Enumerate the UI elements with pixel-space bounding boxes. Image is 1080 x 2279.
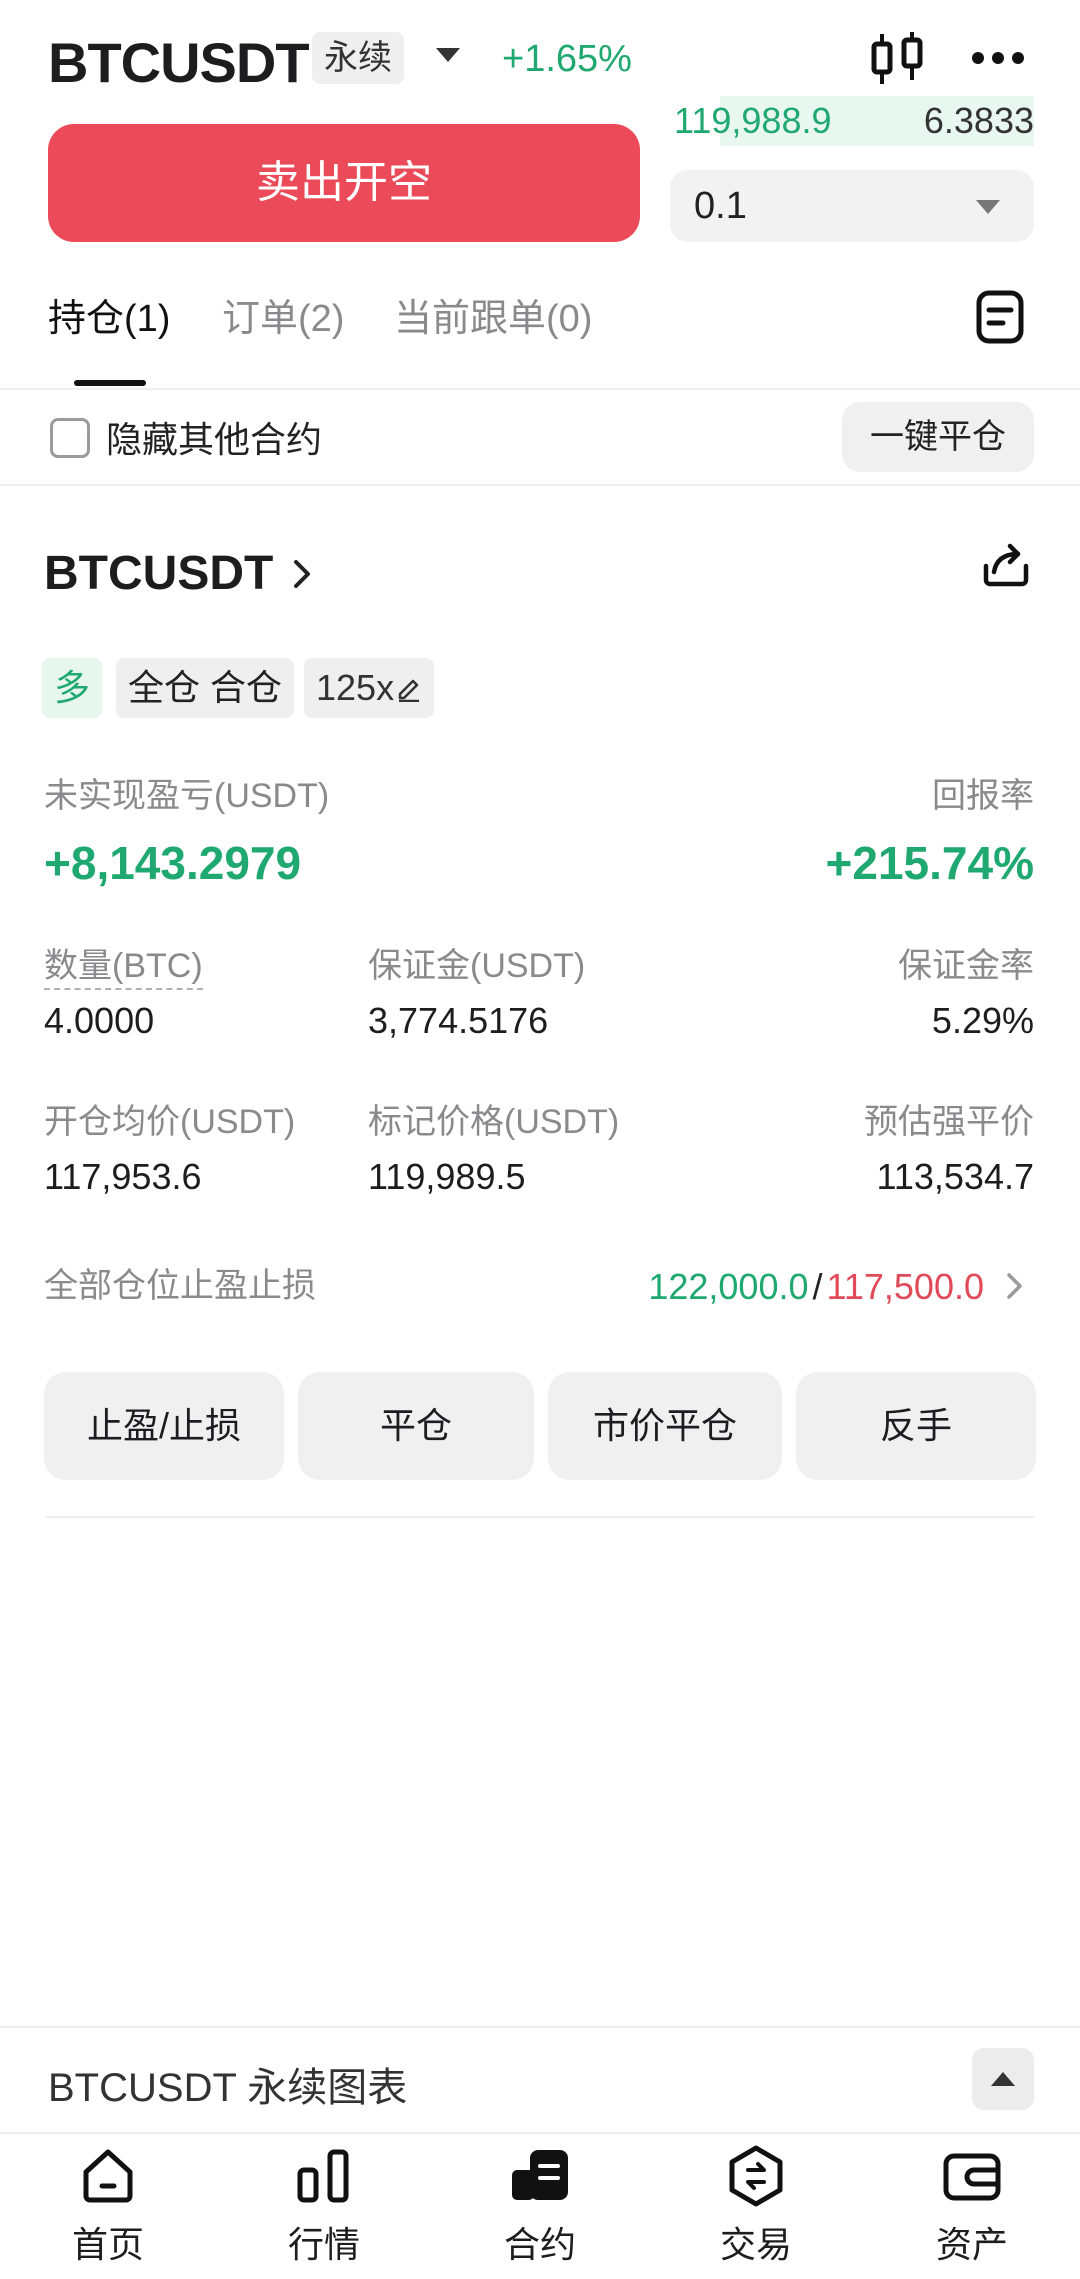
margin-label: 保证金(USDT)	[368, 947, 586, 985]
share-icon[interactable]	[980, 538, 1032, 590]
stop-loss-value: 117,500.0	[826, 1266, 984, 1307]
tab-label: 当前跟单	[394, 298, 547, 340]
leverage-value: 125x	[316, 667, 395, 708]
tab-copy-trades[interactable]: 当前跟单(0)	[394, 294, 592, 344]
quantity-value: 4.0000	[44, 1000, 155, 1041]
trade-icon	[729, 2145, 783, 2207]
contract-type-badge: 永续	[312, 32, 404, 84]
margin-mode-tag[interactable]: 全仓 合仓	[116, 658, 295, 718]
nav-label: 资产	[935, 2224, 1008, 2265]
nav-item-trade[interactable]: 交易	[648, 2142, 864, 2279]
nav-label: 交易	[719, 2224, 792, 2265]
nav-item-home[interactable]: 首页	[0, 2142, 216, 2279]
close-position-button[interactable]: 平仓	[298, 1372, 534, 1480]
hide-other-contracts-checkbox[interactable]	[50, 418, 90, 458]
nav-item-futures[interactable]: 合约	[432, 2142, 648, 2279]
divider	[0, 388, 1080, 390]
divider	[46, 1516, 1034, 1518]
market-icon	[297, 2149, 349, 2203]
chevron-down-icon	[976, 200, 1000, 214]
roe-value: +215.74%	[825, 837, 1034, 889]
sell-open-short-button[interactable]: 卖出开空	[48, 124, 640, 242]
symbol-title[interactable]: BTCUSDT	[48, 30, 310, 95]
close-all-button[interactable]: 一键平仓	[842, 402, 1034, 472]
tab-count: (2)	[298, 298, 345, 340]
mark-price-value: 119,989.5	[368, 1156, 526, 1197]
entry-price-value: 117,953.6	[44, 1156, 202, 1197]
chevron-up-icon	[991, 2072, 1015, 2086]
divider	[0, 484, 1080, 486]
margin-ratio-value: 5.29%	[931, 1000, 1034, 1041]
tpsl-values[interactable]: 122,000.0/117,500.0	[648, 1262, 984, 1312]
orderbook-size: 6.3833	[923, 100, 1034, 141]
tpsl-separator: /	[812, 1266, 823, 1307]
tab-count: (0)	[546, 298, 593, 340]
mark-price-label: 标记价格(USDT)	[368, 1103, 620, 1141]
tab-count: (1)	[124, 298, 171, 340]
leverage-tag[interactable]: 125x	[304, 658, 435, 718]
entry-price-label: 开仓均价(USDT)	[44, 1103, 296, 1141]
reverse-position-button[interactable]: 反手	[796, 1372, 1036, 1480]
position-symbol[interactable]: BTCUSDT	[44, 546, 273, 601]
active-tab-indicator	[74, 380, 146, 386]
take-profit-value: 122,000.0	[648, 1266, 809, 1307]
quantity-value: 0.1	[694, 185, 747, 227]
tpsl-label: 全部仓位止盈止损	[44, 1267, 316, 1305]
divider	[0, 2132, 1080, 2134]
nav-label: 首页	[71, 2224, 144, 2265]
divider	[0, 2026, 1080, 2028]
symbol-dropdown-icon[interactable]	[436, 48, 460, 62]
quantity-select[interactable]: 0.1	[670, 170, 1034, 242]
tab-positions[interactable]: 持仓(1)	[48, 294, 170, 344]
margin-value: 3,774.5176	[368, 1000, 549, 1041]
edit-icon	[398, 679, 420, 703]
chart-bar-title[interactable]: BTCUSDT 永续图表	[48, 2060, 407, 2116]
chevron-right-icon[interactable]	[1004, 1270, 1026, 1302]
unrealized-pnl-value: +8,143.2979	[44, 837, 302, 889]
more-icon[interactable]	[970, 40, 1026, 76]
tab-label: 订单	[222, 298, 299, 340]
nav-label: 合约	[503, 2224, 576, 2265]
quantity-label[interactable]: 数量(BTC)	[44, 944, 203, 990]
futures-icon	[512, 2150, 568, 2200]
liquidation-price-label: 预估强平价	[864, 1103, 1034, 1141]
nav-label: 行情	[287, 2224, 360, 2265]
margin-ratio-label: 保证金率	[898, 947, 1034, 985]
tab-orders[interactable]: 订单(2)	[222, 294, 344, 344]
wallet-icon	[943, 2153, 1001, 2201]
roe-label: 回报率	[932, 777, 1034, 815]
orderbook-price[interactable]: 119,988.9	[674, 96, 831, 146]
tpsl-button[interactable]: 止盈/止损	[44, 1372, 284, 1480]
candlestick-chart-icon[interactable]	[868, 30, 926, 88]
chart-expand-button[interactable]	[972, 2048, 1034, 2110]
liquidation-price-value: 113,534.7	[876, 1156, 1034, 1197]
home-icon	[83, 2149, 133, 2203]
position-side-tag: 多	[42, 658, 103, 718]
market-close-button[interactable]: 市价平仓	[548, 1372, 782, 1480]
nav-item-market[interactable]: 行情	[216, 2142, 432, 2279]
unrealized-pnl-label: 未实现盈亏(USDT)	[44, 777, 330, 815]
chevron-right-icon[interactable]	[290, 556, 316, 592]
document-icon[interactable]	[976, 290, 1024, 344]
nav-item-assets[interactable]: 资产	[864, 2142, 1080, 2279]
tab-label: 持仓	[48, 298, 125, 340]
hide-other-contracts-label: 隐藏其他合约	[106, 419, 323, 460]
price-change: +1.65%	[502, 38, 632, 80]
